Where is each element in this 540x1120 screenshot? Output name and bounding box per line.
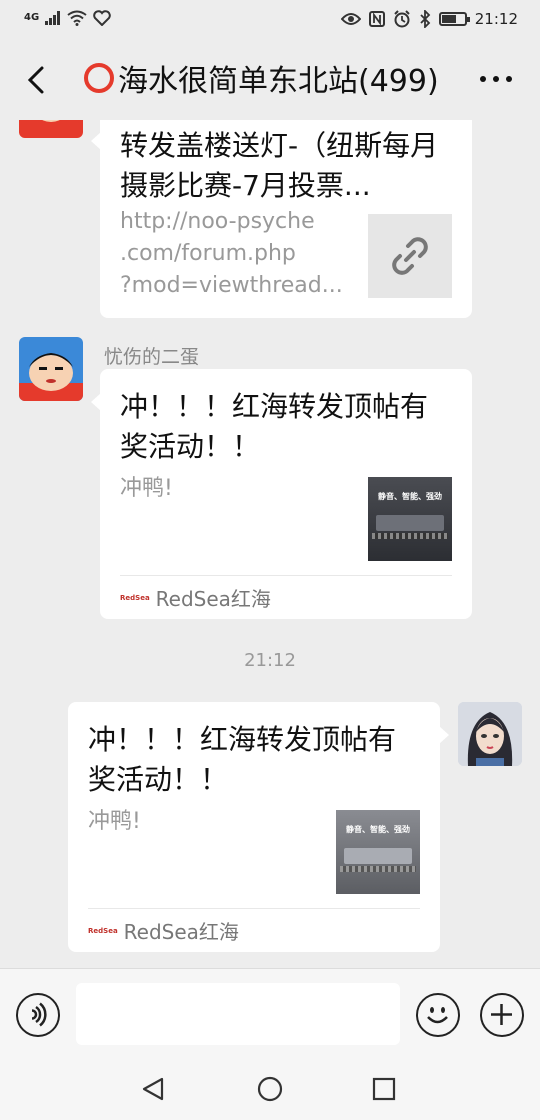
status-bar: 4G 21:12 <box>0 0 540 40</box>
voice-icon <box>31 1002 47 1027</box>
thumbnail-caption: 静音、智能、强劲 <box>346 825 410 834</box>
red-circle-emoji-icon <box>84 63 114 93</box>
status-time: 21:12 <box>474 10 518 28</box>
nav-recents-icon[interactable] <box>372 1077 396 1101</box>
nav-home-icon[interactable] <box>257 1076 283 1102</box>
card-desc-line: http://noo-psyche <box>120 209 315 234</box>
sender-avatar[interactable] <box>19 337 83 401</box>
card-desc-line: ?mod=viewthread... <box>120 273 343 298</box>
link-thumbnail <box>368 214 452 298</box>
card-source: RedSea RedSea红海 <box>120 575 452 619</box>
plus-button[interactable] <box>480 993 524 1037</box>
wifi-icon <box>67 10 87 26</box>
self-avatar[interactable] <box>458 702 522 766</box>
nav-back-icon[interactable] <box>140 1076 166 1102</box>
link-icon <box>392 237 428 275</box>
sender-name: 忧伤的二蛋 <box>104 346 200 368</box>
link-card-message[interactable]: 转发盖楼送灯-（纽斯每月摄影比赛-7月投票... http://noo-psyc… <box>91 120 472 318</box>
system-nav-bar <box>0 1058 540 1120</box>
voice-button[interactable] <box>16 993 60 1037</box>
card-desc-line: .com/forum.php <box>120 241 296 266</box>
eye-icon <box>340 13 361 25</box>
product-thumbnail: 静音、智能、强劲 <box>368 477 452 561</box>
message-timestamp: 21:12 <box>244 650 296 671</box>
card-source: RedSea RedSea红海 <box>88 908 420 952</box>
product-thumbnail: 静音、智能、强劲 <box>336 810 420 894</box>
signal-icon <box>45 11 61 25</box>
nfc-icon <box>368 11 385 27</box>
source-logo: RedSea <box>120 593 150 602</box>
link-card-message[interactable]: 冲！！！红海转发顶帖有 奖活动！！ 冲鸭! 静音、智能、强劲 RedSea Re… <box>91 369 472 619</box>
back-arrow-icon[interactable] <box>22 60 52 100</box>
chat-title: 海水很简单东北站(499) <box>84 56 464 100</box>
emoji-button[interactable] <box>416 993 460 1037</box>
message-list[interactable]: 转发盖楼送灯-（纽斯每月摄影比赛-7月投票... http://noo-psyc… <box>0 120 540 968</box>
plus-icon <box>491 1004 512 1025</box>
chat-title-text: 海水很简单东北站(499) <box>118 64 439 99</box>
card-desc: 冲鸭! <box>88 809 141 834</box>
source-logo: RedSea <box>88 926 118 935</box>
thumbnail-caption: 静音、智能、强劲 <box>378 492 442 501</box>
card-desc: 冲鸭! <box>120 476 173 501</box>
source-name: RedSea红海 <box>155 587 271 611</box>
card-title-line: 奖活动！！ <box>88 763 229 796</box>
input-bar <box>0 968 540 1058</box>
source-name: RedSea红海 <box>123 920 239 944</box>
battery-icon <box>438 12 470 26</box>
message-input[interactable] <box>76 983 400 1045</box>
card-title-line: 奖活动！！ <box>120 430 261 463</box>
alarm-icon <box>394 10 410 28</box>
more-icon[interactable] <box>480 76 512 82</box>
bluetooth-icon <box>420 10 431 28</box>
card-title-line: 冲！！！红海转发顶帖有 <box>120 390 429 423</box>
link-card-message[interactable]: 冲！！！红海转发顶帖有 奖活动！！ 冲鸭! 静音、智能、强劲 RedSea Re… <box>68 702 449 952</box>
card-title-line: 冲！！！红海转发顶帖有 <box>88 723 397 756</box>
heart-icon <box>93 10 111 26</box>
emoji-icon <box>427 1007 448 1024</box>
card-title: 转发盖楼送灯-（纽斯每月摄影比赛-7月投票... <box>120 129 439 202</box>
avatar[interactable] <box>19 120 83 138</box>
chat-header: 海水很简单东北站(499) <box>0 40 540 120</box>
signal-label: 4G <box>24 12 40 23</box>
